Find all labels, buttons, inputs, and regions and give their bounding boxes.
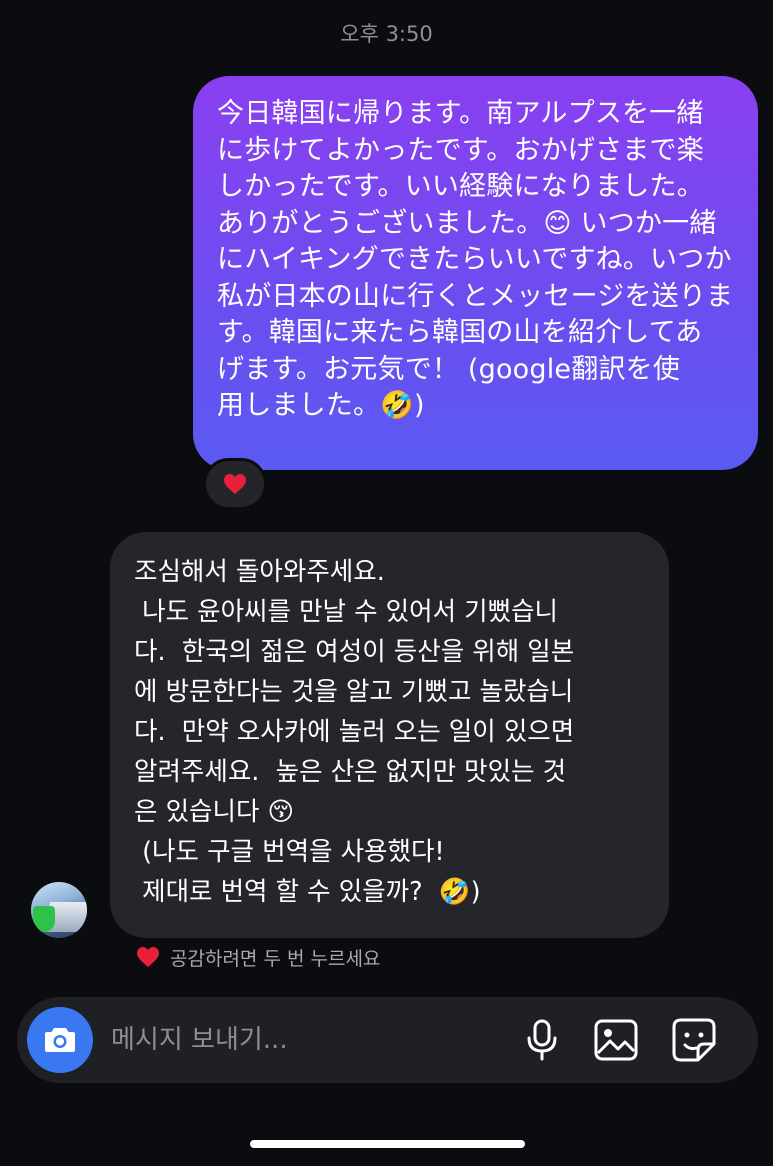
gallery-button[interactable] xyxy=(593,1017,639,1063)
message-timestamp: 오후 3:50 xyxy=(340,22,433,46)
sticker-icon xyxy=(672,1018,716,1062)
outgoing-message-bubble[interactable]: 今日韓国に帰ります。南アルプスを一緒 に歩けてよかったです。おかげさまで楽 しか… xyxy=(193,76,758,470)
microphone-icon xyxy=(527,1019,557,1061)
avatar[interactable] xyxy=(31,882,87,938)
double-tap-hint-label: 공감하려면 두 번 누르세요 xyxy=(170,947,381,970)
camera-icon xyxy=(45,1028,75,1052)
heart-icon xyxy=(137,947,159,967)
camera-button[interactable] xyxy=(27,1007,93,1073)
message-reaction[interactable] xyxy=(203,458,267,510)
heart-icon xyxy=(224,474,246,494)
avatar-badge-image xyxy=(33,906,55,932)
double-tap-hint: 공감하려면 두 번 누르세요 xyxy=(136,942,380,972)
sticker-button[interactable] xyxy=(671,1017,717,1063)
home-indicator[interactable] xyxy=(250,1140,525,1148)
message-composer: 메시지 보내기... xyxy=(17,997,758,1083)
image-gallery-icon xyxy=(594,1019,638,1061)
incoming-message-bubble[interactable]: 조심해서 돌아와주세요. 나도 윤아씨를 만날 수 있어서 기뻤습니 다. 한국… xyxy=(110,532,669,938)
message-input[interactable]: 메시지 보내기... xyxy=(111,997,288,1083)
microphone-button[interactable] xyxy=(519,1017,565,1063)
